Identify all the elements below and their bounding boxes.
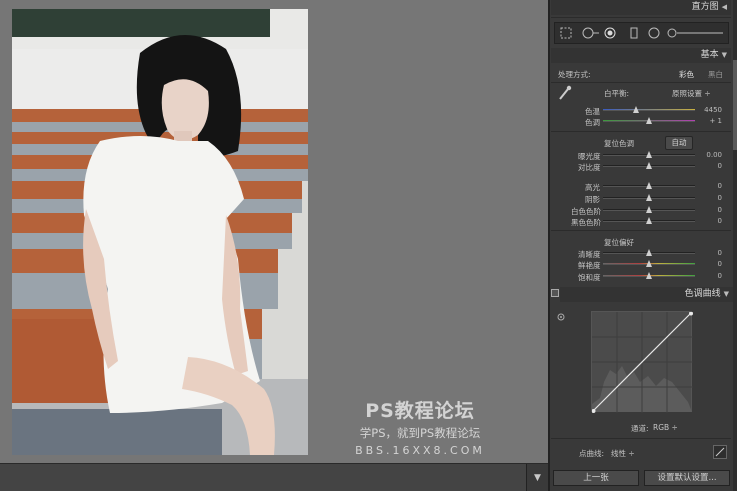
targeted-adjustment-icon[interactable] [557, 313, 565, 321]
divider [551, 17, 731, 18]
temp-value[interactable]: 4450 [694, 106, 722, 114]
channel-label: 通道: [631, 424, 649, 433]
vibrance-value[interactable]: 0 [694, 260, 722, 268]
shadows-slider[interactable] [603, 194, 695, 203]
watermark: PS教程论坛 学PS，就到PS教程论坛 BBS.16XX8.COM [340, 396, 500, 457]
watermark-line2: 学PS，就到PS教程论坛 [359, 426, 481, 440]
white-balance-eyedropper-icon[interactable] [558, 85, 572, 101]
photo-image [12, 9, 308, 455]
contrast-slider[interactable] [603, 162, 695, 171]
collapse-down-icon: ▼ [721, 51, 727, 59]
whites-label: 白色色阶 [571, 207, 601, 216]
shadows-label: 阴影 [585, 195, 600, 204]
divider [551, 438, 731, 439]
tint-slider-thumb[interactable] [646, 117, 652, 124]
blacks-label: 黑色色阶 [571, 218, 601, 227]
blacks-slider[interactable] [603, 217, 695, 226]
image-canvas[interactable]: PS教程论坛 学PS，就到PS教程论坛 BBS.16XX8.COM [0, 0, 548, 463]
treatment-color-option[interactable]: 彩色 [679, 69, 694, 80]
tone-section-reset[interactable]: 复位色调 [604, 138, 634, 149]
vibrance-slider-thumb[interactable] [646, 260, 652, 267]
temp-slider-thumb[interactable] [633, 106, 640, 113]
crop-tool-icon[interactable] [560, 27, 572, 39]
lightroom-develop-window: { "panel": { "histogram_title": "直方图", "… [0, 0, 737, 491]
treatment-label: 处理方式: [558, 70, 591, 79]
contrast-slider-thumb[interactable] [646, 162, 652, 169]
vibrance-label: 鲜艳度 [578, 261, 601, 270]
tone-curve-plot [591, 311, 693, 413]
whites-slider[interactable] [603, 206, 695, 215]
divider [551, 131, 731, 132]
collapse-down-icon: ▼ [723, 290, 729, 298]
filmstrip-toggle-button[interactable]: ▼ [526, 464, 548, 491]
tone-curve-panel-header[interactable]: 色调曲线 ▼ [560, 287, 733, 302]
collapse-left-icon: ◀ [721, 3, 727, 11]
highlights-slider-thumb[interactable] [646, 182, 652, 189]
whites-value[interactable]: 0 [694, 206, 722, 214]
clarity-label: 清晰度 [578, 250, 601, 259]
clarity-slider[interactable] [603, 249, 695, 258]
clarity-slider-thumb[interactable] [646, 249, 652, 256]
watermark-line3: BBS.16XX8.COM [355, 444, 485, 457]
basic-title: 基本 [700, 50, 719, 60]
shadows-value[interactable]: 0 [694, 194, 722, 202]
histogram-panel-header[interactable]: 直方图 ◀ [551, 0, 731, 15]
shadows-slider-thumb[interactable] [646, 194, 652, 201]
scrollbar-thumb[interactable] [733, 60, 737, 150]
blacks-slider-thumb[interactable] [646, 217, 652, 224]
temp-label: 色温 [585, 107, 600, 116]
photo-preview[interactable] [12, 9, 308, 455]
exposure-slider-thumb[interactable] [646, 151, 652, 158]
graduated-filter-tool-icon[interactable] [628, 27, 640, 39]
saturation-slider[interactable] [603, 272, 695, 281]
watermark-line1: PS教程论坛 [365, 400, 475, 422]
vibrance-slider[interactable] [603, 260, 695, 269]
contrast-value[interactable]: 0 [694, 162, 722, 170]
edit-point-curve-icon[interactable] [713, 445, 727, 459]
exposure-value[interactable]: 0.00 [694, 151, 722, 159]
highlights-label: 高光 [585, 183, 600, 192]
red-eye-tool-icon[interactable] [604, 27, 616, 39]
channel-select[interactable]: RGB ÷ [653, 423, 678, 432]
tint-label: 色调 [585, 118, 600, 127]
previous-button[interactable]: 上一张 [553, 470, 639, 486]
divider [551, 82, 731, 83]
panel-switch-icon[interactable] [551, 289, 559, 297]
blacks-value[interactable]: 0 [694, 217, 722, 225]
basic-panel-header[interactable]: 基本 ▼ [551, 48, 731, 63]
contrast-label: 对比度 [578, 163, 601, 172]
radial-filter-tool-icon[interactable] [648, 27, 660, 39]
panel-scrollbar[interactable] [733, 0, 737, 491]
white-balance-label: 白平衡: [604, 89, 630, 98]
adjustment-brush-tool-icon[interactable] [667, 28, 725, 38]
exposure-slider[interactable] [603, 151, 695, 160]
treatment-bw-option[interactable]: 黑白 [708, 69, 723, 80]
saturation-label: 饱和度 [578, 273, 601, 282]
auto-tone-button[interactable]: 自动 [665, 136, 693, 150]
presence-section-reset[interactable]: 复位偏好 [604, 237, 634, 248]
point-curve-select[interactable]: 线性 ÷ [611, 448, 635, 459]
saturation-value[interactable]: 0 [694, 272, 722, 280]
tone-curve-title: 色调曲线 [684, 289, 721, 299]
highlights-slider[interactable] [603, 182, 695, 191]
clarity-value[interactable]: 0 [694, 249, 722, 257]
point-curve-label: 点曲线: [579, 449, 605, 458]
reset-defaults-button[interactable]: 设置默认设置... [644, 470, 730, 486]
saturation-slider-thumb[interactable] [646, 272, 652, 279]
tint-value[interactable]: + 1 [694, 117, 722, 125]
divider [551, 230, 731, 231]
filmstrip-toolbar: ▼ [0, 463, 548, 491]
exposure-label: 曝光度 [578, 152, 601, 161]
white-balance-select[interactable]: 原照设置 ÷ [672, 88, 711, 99]
spot-removal-tool-icon[interactable] [582, 27, 600, 39]
histogram-title: 直方图 [691, 2, 719, 12]
temp-slider[interactable] [603, 106, 695, 115]
whites-slider-thumb[interactable] [646, 206, 652, 213]
tint-slider[interactable] [603, 117, 695, 126]
highlights-value[interactable]: 0 [694, 182, 722, 190]
tone-curve-graph[interactable] [591, 311, 693, 413]
